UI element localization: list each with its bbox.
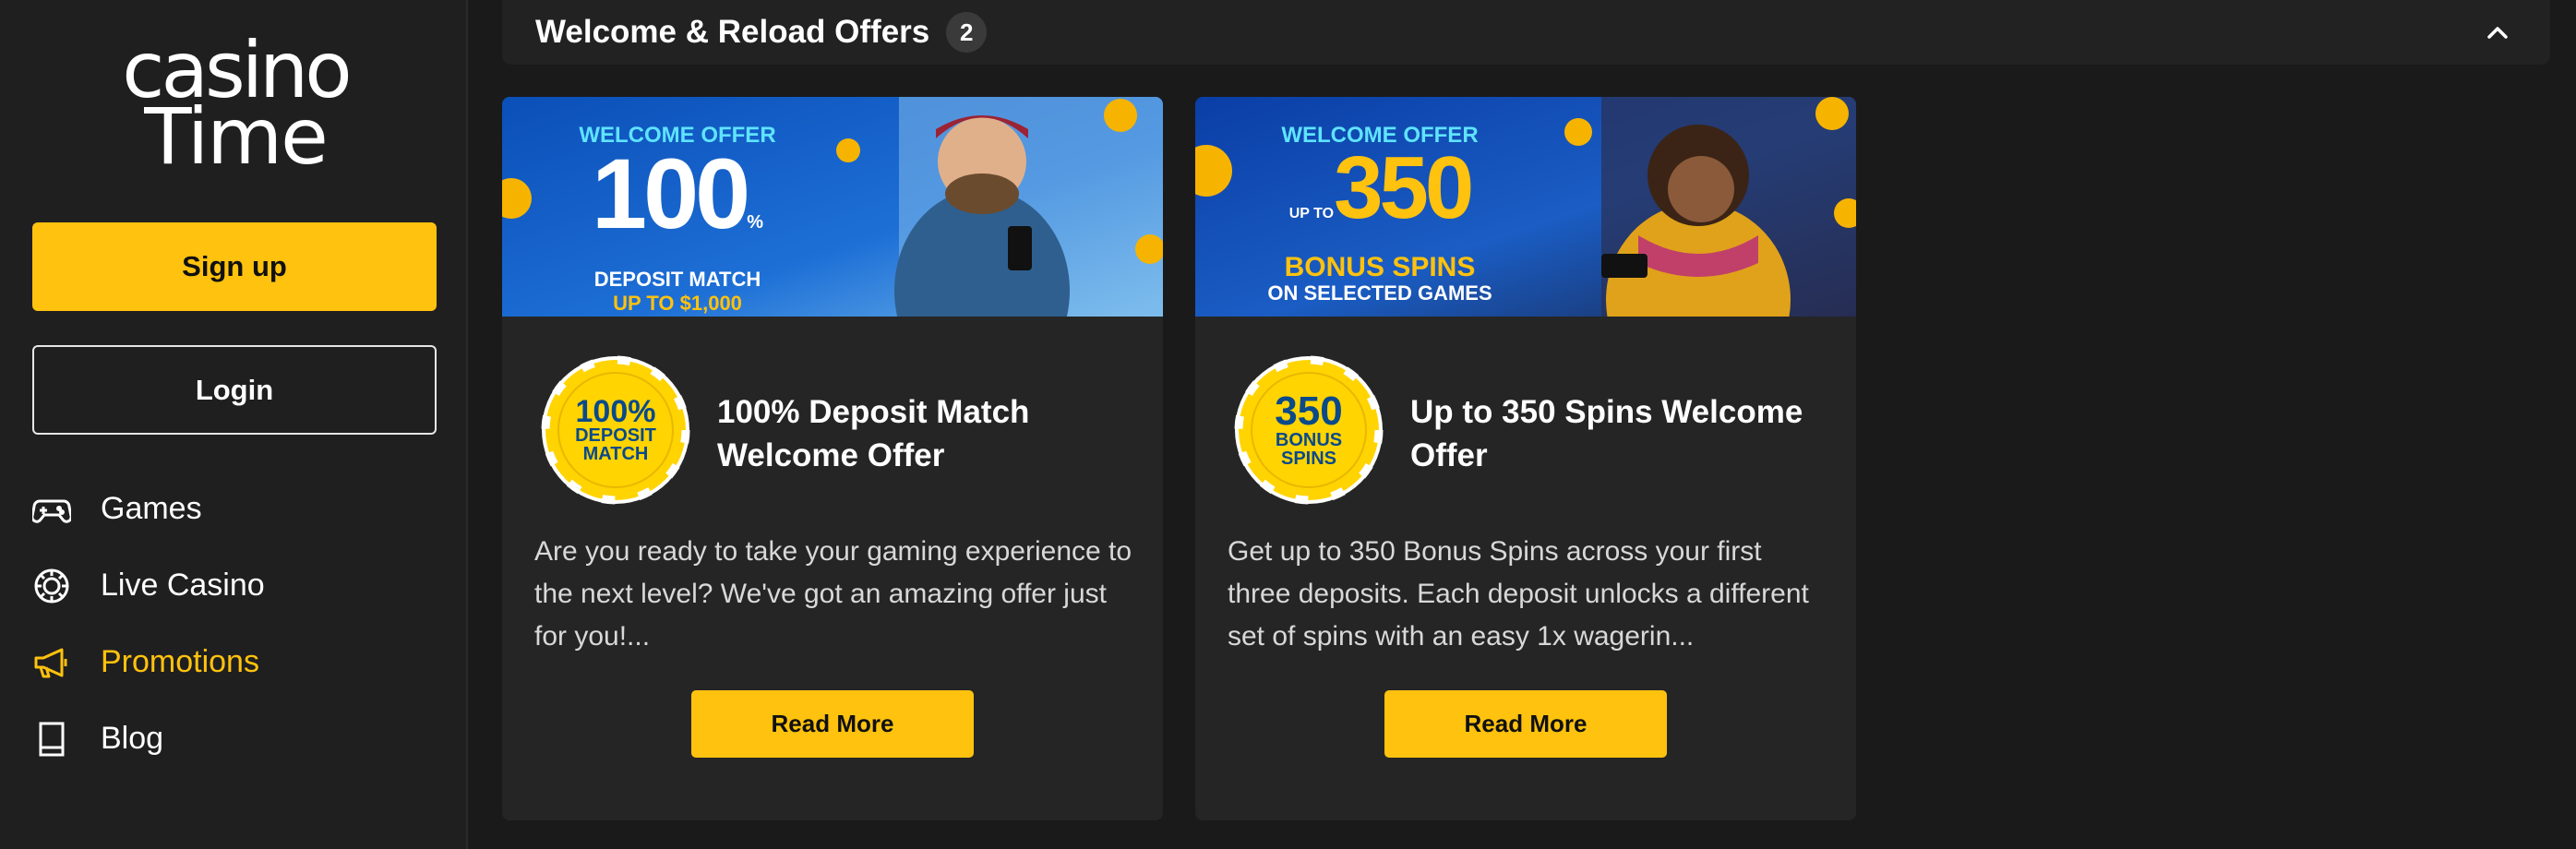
book-icon (39, 722, 65, 756)
login-button[interactable]: Login (32, 345, 437, 435)
chevron-up-icon[interactable] (2482, 17, 2513, 48)
sidebar-nav: Games Live Casino Promotions Blog (32, 471, 438, 777)
chip-line-2: BONUS (1275, 430, 1343, 450)
offer-title[interactable]: 100% Deposit Match Welcome Offer (717, 390, 1142, 477)
nav-item-label: Promotions (101, 644, 259, 679)
banner-big-number: 100% (592, 138, 763, 249)
banner-line-3: BONUS SPINS (1284, 252, 1476, 282)
chip-line-3: MATCH (582, 444, 649, 464)
offer-card: WELCOME OFFER UP TO350 BONUS SPINS ON SE… (1195, 97, 1856, 820)
banner-line-4: UP TO $1,000 (613, 292, 742, 315)
section-header[interactable]: Welcome & Reload Offers 2 (502, 0, 2550, 65)
nav-item-live-casino[interactable]: Live Casino (32, 547, 438, 624)
offer-card: WELCOME OFFER 100% DEPOSIT MATCH UP TO $… (502, 97, 1163, 820)
banner-text: WELCOME OFFER UP TO350 BONUS SPINS ON SE… (1251, 123, 1509, 305)
offer-banner-image[interactable]: WELCOME OFFER 100% DEPOSIT MATCH UP TO $… (502, 97, 1163, 317)
casino-time-logo[interactable]: casino Time (92, 31, 378, 185)
banner-line-4: ON SELECTED GAMES (1267, 281, 1492, 305)
offer-description: Get up to 350 Bonus Spins across your fi… (1228, 536, 1809, 652)
nav-item-promotions[interactable]: Promotions (32, 624, 438, 700)
banner-text: WELCOME OFFER 100% DEPOSIT MATCH UP TO $… (557, 123, 797, 316)
nav-item-label: Games (101, 491, 202, 526)
gamepad-icon (32, 499, 71, 523)
banner-line-3: DEPOSIT MATCH (593, 268, 761, 291)
deposit-match-chip-badge: 100% DEPOSIT MATCH (541, 355, 690, 505)
sidebar: casino Time Sign up Login Games Live Cas… (0, 0, 468, 849)
bonus-spins-chip-badge: 350 BONUS SPINS (1234, 355, 1384, 505)
poker-chip-icon (34, 568, 69, 603)
nav-item-label: Blog (101, 721, 164, 756)
section-title: Welcome & Reload Offers (535, 14, 930, 50)
offer-title[interactable]: Up to 350 Spins Welcome Offer (1410, 390, 1835, 477)
chip-line-1: 100% (575, 394, 656, 429)
read-more-button[interactable]: Read More (1384, 690, 1667, 758)
nav-item-label: Live Casino (101, 568, 265, 603)
nav-item-blog[interactable]: Blog (32, 700, 438, 777)
chip-line-1: 350 (1275, 389, 1343, 434)
chip-line-3: SPINS (1280, 448, 1337, 469)
nav-item-games[interactable]: Games (32, 471, 438, 547)
signup-button[interactable]: Sign up (32, 222, 437, 311)
offer-description: Are you ready to take your gaming experi… (534, 536, 1132, 652)
megaphone-icon (34, 648, 67, 677)
read-more-button[interactable]: Read More (691, 690, 974, 758)
offer-banner-image[interactable]: WELCOME OFFER UP TO350 BONUS SPINS ON SE… (1195, 97, 1856, 317)
chip-line-2: DEPOSIT (575, 425, 656, 446)
banner-big-number: UP TO350 (1288, 138, 1474, 237)
offer-count-badge: 2 (946, 12, 988, 53)
